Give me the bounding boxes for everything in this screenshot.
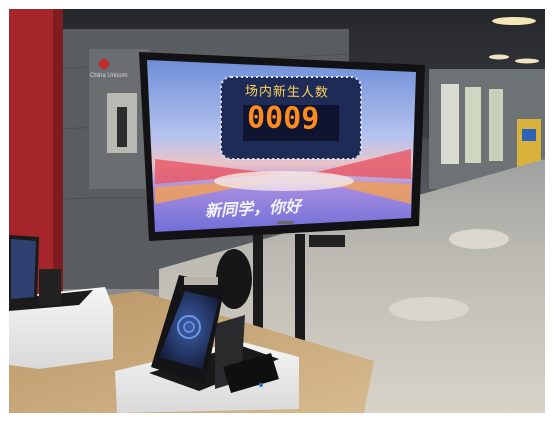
screen-counter: 0009 bbox=[246, 100, 320, 137]
reader-led-icon bbox=[259, 383, 263, 387]
photo-frame: 场内新生人数 0009 新同学，你好 China Unicom bbox=[0, 0, 554, 422]
stand-box bbox=[309, 235, 345, 247]
floor-reflection bbox=[449, 229, 509, 249]
screen-slogan: 新同学，你好 bbox=[204, 196, 302, 221]
ceiling-light bbox=[489, 54, 509, 60]
tablet-camera-bar bbox=[184, 277, 218, 285]
photo: 场内新生人数 0009 新同学，你好 China Unicom bbox=[9, 9, 545, 413]
floor-reflection bbox=[389, 297, 469, 321]
window bbox=[441, 84, 459, 164]
wall-logo-text: China Unicom bbox=[90, 73, 128, 79]
window bbox=[489, 89, 503, 161]
left-tablet-screen bbox=[11, 239, 36, 299]
payphone-handset bbox=[117, 107, 127, 147]
tv-brand-mark bbox=[277, 221, 293, 224]
ceiling-light bbox=[492, 17, 536, 25]
tv-stand-pole bbox=[295, 234, 305, 344]
accessibility-sign bbox=[522, 129, 536, 141]
ceiling-light bbox=[515, 58, 539, 64]
red-wall-edge bbox=[53, 9, 63, 309]
left-card-reader bbox=[39, 269, 61, 305]
unicom-logo-icon bbox=[99, 59, 109, 69]
screen-headline: 场内新生人数 bbox=[244, 84, 330, 101]
window bbox=[465, 87, 481, 163]
